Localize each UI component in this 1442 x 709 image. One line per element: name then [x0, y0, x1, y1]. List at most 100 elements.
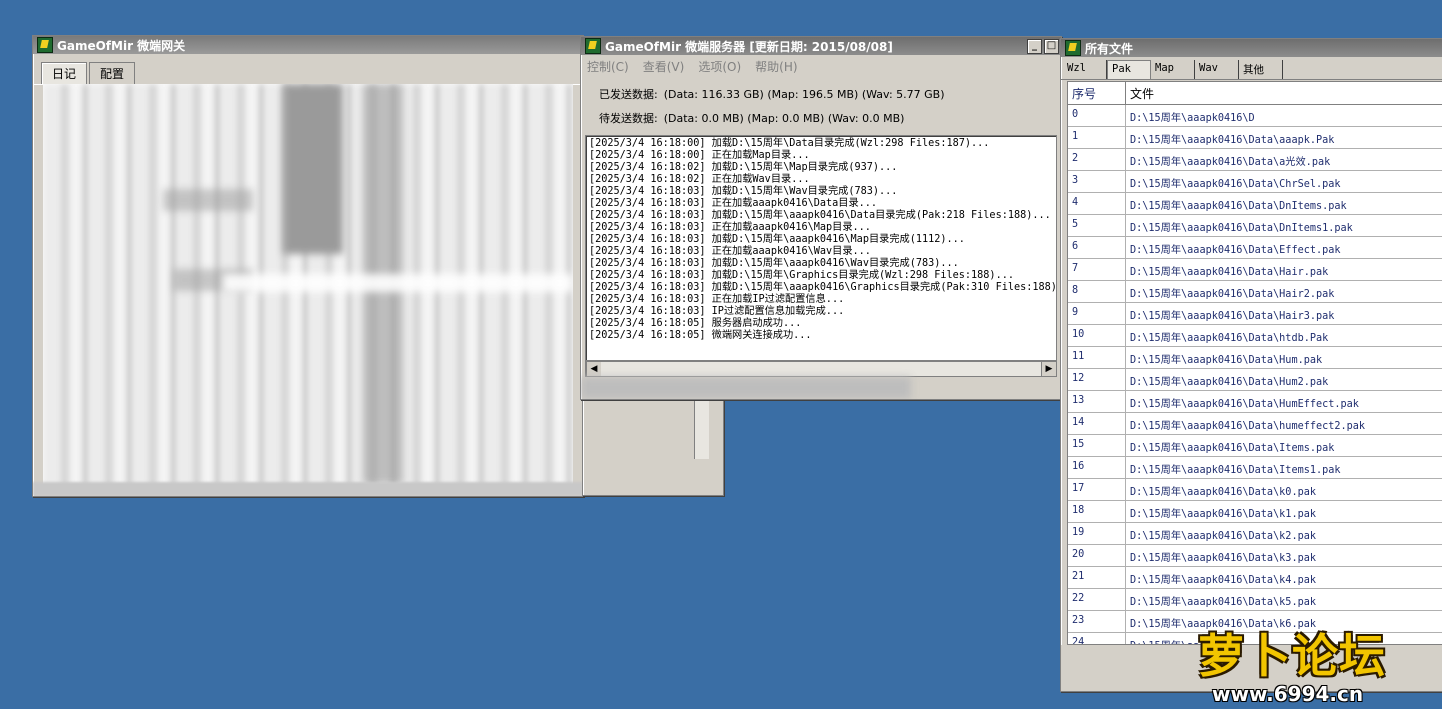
files-window: 所有文件 Wzl Pak Map Wav 其他 序号 文件 0 D:\15周年\a… — [1060, 38, 1442, 692]
table-row[interactable]: 11 D:\15周年\aaapk0416\Data\Hum.pak — [1068, 347, 1442, 369]
minimize-button[interactable]: _ — [1027, 38, 1042, 54]
row-index: 6 — [1068, 237, 1126, 258]
row-index: 13 — [1068, 391, 1126, 412]
col-index-header[interactable]: 序号 — [1068, 82, 1126, 104]
row-index: 4 — [1068, 193, 1126, 214]
log-line: [2025/3/4 16:18:03] 正在加载IP过滤配置信息... — [589, 294, 845, 305]
row-file-path: D:\15周年\aaapk0416\Data\aaapk.Pak — [1126, 127, 1442, 148]
tab-map[interactable]: Map — [1151, 60, 1195, 79]
row-file-path: D:\15周年\aaapk0416\Data\k1.pak — [1126, 501, 1442, 522]
row-file-path: D:\15周年\aaapk0416\Data\HumEffect.pak — [1126, 391, 1442, 412]
table-row[interactable]: 18 D:\15周年\aaapk0416\Data\k1.pak — [1068, 501, 1442, 523]
log-line: [2025/3/4 16:18:00] 正在加载Map目录... — [589, 150, 810, 161]
files-title: 所有文件 — [1085, 41, 1134, 56]
row-file-path: D:\15周年\aaapk0416\Data\ChrSel.pak — [1126, 171, 1442, 192]
row-file-path: D:\15周年\aaapk0416\Data\k3.pak — [1126, 545, 1442, 566]
table-row[interactable]: 7 D:\15周年\aaapk0416\Data\Hair.pak — [1068, 259, 1442, 281]
log-line: [2025/3/4 16:18:05] 服务器启动成功... — [589, 318, 802, 329]
table-row[interactable]: 17 D:\15周年\aaapk0416\Data\k0.pak — [1068, 479, 1442, 501]
file-type-tabs: Wzl Pak Map Wav 其他 — [1061, 57, 1442, 80]
row-index: 19 — [1068, 523, 1126, 544]
row-index: 11 — [1068, 347, 1126, 368]
row-index: 24 — [1068, 633, 1126, 644]
table-row[interactable]: 16 D:\15周年\aaapk0416\Data\Items1.pak — [1068, 457, 1442, 479]
data-stats: 已发送数据: (Data: 116.33 GB) (Map: 196.5 MB)… — [581, 78, 1061, 134]
app-icon — [1065, 40, 1081, 56]
log-line: [2025/3/4 16:18:03] 加载D:\15周年\aaapk0416\… — [589, 234, 965, 245]
table-row[interactable]: 6 D:\15周年\aaapk0416\Data\Effect.pak — [1068, 237, 1442, 259]
tab-log[interactable]: 日记 — [41, 62, 88, 84]
table-row[interactable]: 20 D:\15周年\aaapk0416\Data\k3.pak — [1068, 545, 1442, 567]
table-row[interactable]: 1 D:\15周年\aaapk0416\Data\aaapk.Pak — [1068, 127, 1442, 149]
gateway-tabs: 日记 配置 — [33, 54, 583, 85]
row-file-path: D:\15周年\aaapk0416\Data\htdb.Pak — [1126, 325, 1442, 346]
table-row[interactable]: 12 D:\15周年\aaapk0416\Data\Hum2.pak — [1068, 369, 1442, 391]
tab-config[interactable]: 配置 — [89, 62, 136, 84]
table-row[interactable]: 9 D:\15周年\aaapk0416\Data\Hair3.pak — [1068, 303, 1442, 325]
row-file-path: D:\15周年\aaapk0416\Data\DnItems.pak — [1126, 193, 1442, 214]
row-index: 18 — [1068, 501, 1126, 522]
menu-options[interactable]: 选项(O) — [698, 58, 741, 75]
table-row[interactable]: 3 D:\15周年\aaapk0416\Data\ChrSel.pak — [1068, 171, 1442, 193]
table-row[interactable]: 19 D:\15周年\aaapk0416\Data\k2.pak — [1068, 523, 1442, 545]
table-row[interactable]: 8 D:\15周年\aaapk0416\Data\Hair2.pak — [1068, 281, 1442, 303]
gateway-titlebar[interactable]: GameOfMir 微端网关 — [33, 36, 583, 54]
log-line: [2025/3/4 16:18:03] 正在加载aaapk0416\Map目录.… — [589, 222, 871, 233]
row-file-path: D:\15周年\aaapk0416\Data\a光效.pak — [1126, 149, 1442, 170]
server-window: GameOfMir 微端服务器 [更新日期: 2015/08/08] _ □ 控… — [580, 36, 1062, 400]
gateway-window: GameOfMir 微端网关 日记 配置 — [32, 35, 584, 497]
row-index: 21 — [1068, 567, 1126, 588]
row-index: 16 — [1068, 457, 1126, 478]
server-titlebar[interactable]: GameOfMir 微端服务器 [更新日期: 2015/08/08] _ □ — [581, 37, 1061, 55]
horizontal-scrollbar[interactable]: ◀ ▶ — [585, 361, 1057, 377]
grid-header: 序号 文件 — [1068, 82, 1442, 105]
log-area[interactable]: [2025/3/4 16:18:00] 加载D:\15周年\Data目录完成(W… — [585, 135, 1057, 361]
log-line: [2025/3/4 16:18:03] IP过滤配置信息加载完成... — [589, 306, 845, 317]
table-row[interactable]: 15 D:\15周年\aaapk0416\Data\Items.pak — [1068, 435, 1442, 457]
row-file-path: D:\15周年\aaapk0416\Data\Hum.pak — [1126, 347, 1442, 368]
row-file-path: D:\15周年\aaapk0416\Data\Items1.pak — [1126, 457, 1442, 478]
row-file-path: D:\15周年\aaapk0416\Data\Hair3.pak — [1126, 303, 1442, 324]
row-file-path: D:\15周年\aaapk0416\Data\Effect.pak — [1126, 237, 1442, 258]
table-row[interactable]: 2 D:\15周年\aaapk0416\Data\a光效.pak — [1068, 149, 1442, 171]
gateway-title: GameOfMir 微端网关 — [57, 38, 186, 53]
row-index: 9 — [1068, 303, 1126, 324]
tab-other[interactable]: 其他 — [1239, 60, 1283, 79]
row-index: 1 — [1068, 127, 1126, 148]
row-file-path: D:\15周年\aaapk0416\Data\humeffect2.pak — [1126, 413, 1442, 434]
scroll-left-icon[interactable]: ◀ — [586, 362, 601, 376]
table-row[interactable]: 4 D:\15周年\aaapk0416\Data\DnItems.pak — [1068, 193, 1442, 215]
row-index: 23 — [1068, 611, 1126, 632]
maximize-button[interactable]: □ — [1044, 38, 1059, 54]
tab-wav[interactable]: Wav — [1195, 60, 1239, 79]
watermark-url: www.6994.cn — [1212, 682, 1364, 706]
log-line: [2025/3/4 16:18:03] 正在加载aaapk0416\Data目录… — [589, 198, 878, 209]
vertical-scrollbar[interactable] — [694, 399, 709, 459]
table-row[interactable]: 22 D:\15周年\aaapk0416\Data\k5.pak — [1068, 589, 1442, 611]
tab-wzl[interactable]: Wzl — [1063, 60, 1107, 79]
table-row[interactable]: 5 D:\15周年\aaapk0416\Data\DnItems1.pak — [1068, 215, 1442, 237]
pending-values: (Data: 0.0 MB) (Map: 0.0 MB) (Wav: 0.0 M… — [663, 111, 905, 125]
log-line: [2025/3/4 16:18:02] 正在加载Wav目录... — [589, 174, 810, 185]
table-row[interactable]: 10 D:\15周年\aaapk0416\Data\htdb.Pak — [1068, 325, 1442, 347]
row-index: 15 — [1068, 435, 1126, 456]
gateway-statusbar — [33, 482, 583, 496]
menu-view[interactable]: 查看(V) — [643, 58, 685, 75]
row-index: 12 — [1068, 369, 1126, 390]
table-row[interactable]: 13 D:\15周年\aaapk0416\Data\HumEffect.pak — [1068, 391, 1442, 413]
table-row[interactable]: 0 D:\15周年\aaapk0416\D — [1068, 105, 1442, 127]
log-line: [2025/3/4 16:18:00] 加载D:\15周年\Data目录完成(W… — [589, 138, 990, 149]
file-grid: 序号 文件 0 D:\15周年\aaapk0416\D 1 D:\15周年\aaapk… — [1067, 81, 1442, 645]
row-index: 14 — [1068, 413, 1126, 434]
col-file-header[interactable]: 文件 — [1126, 82, 1442, 104]
scroll-right-icon[interactable]: ▶ — [1041, 362, 1056, 376]
row-index: 5 — [1068, 215, 1126, 236]
menu-control[interactable]: 控制(C) — [587, 58, 629, 75]
tab-pak[interactable]: Pak — [1107, 60, 1151, 79]
files-titlebar[interactable]: 所有文件 — [1061, 39, 1442, 57]
table-row[interactable]: 14 D:\15周年\aaapk0416\Data\humeffect2.pak — [1068, 413, 1442, 435]
log-line: [2025/3/4 16:18:02] 加载D:\15周年\Map目录完成(93… — [589, 162, 898, 173]
menu-help[interactable]: 帮助(H) — [755, 58, 797, 75]
watermark-text: 萝卜论坛 — [1198, 629, 1386, 683]
table-row[interactable]: 21 D:\15周年\aaapk0416\Data\k4.pak — [1068, 567, 1442, 589]
